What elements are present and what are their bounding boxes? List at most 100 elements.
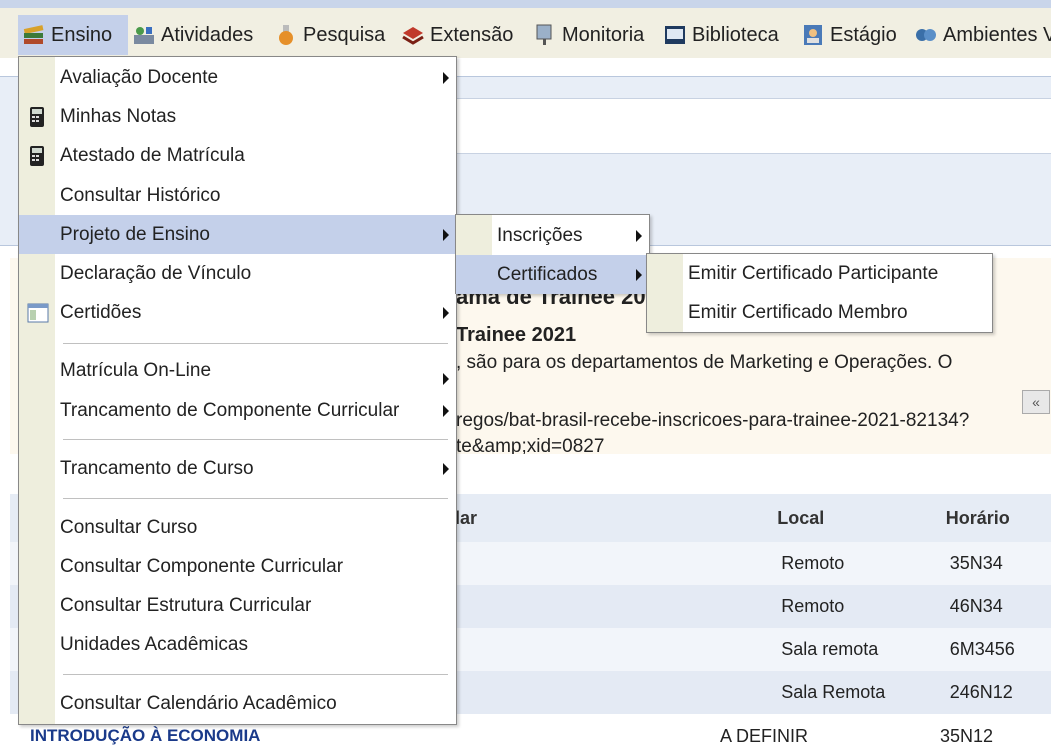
cell-horario: 246N12 <box>949 682 1013 702</box>
menu-item-unidades-academicas[interactable]: Unidades Acadêmicas <box>19 625 456 664</box>
menu-ensino-label: Ensino <box>51 23 113 46</box>
submenu-arrow-icon <box>443 71 449 84</box>
menu-item-emitir-membro[interactable]: Emitir Certificado Membro <box>647 293 992 332</box>
menu-item-calendario-academico[interactable]: Consultar Calendário Acadêmico <box>19 684 456 723</box>
menu-separator <box>63 343 448 345</box>
course-link[interactable]: INTRODUÇÃO À ECONOMIA <box>30 726 260 746</box>
menu-item-label: Consultar Componente Curricular <box>60 555 344 577</box>
menu-separator <box>63 674 448 676</box>
menu-monitoria-label: Monitoria <box>562 23 645 46</box>
cell-horario: 6M3456 <box>949 639 1015 659</box>
calculator-icon <box>27 145 47 167</box>
portal-header-inner <box>456 98 1051 154</box>
top-strip <box>0 0 1051 8</box>
menu-estagio[interactable]: Estágio <box>801 15 897 55</box>
menu-item-label: Unidades Acadêmicas <box>60 633 248 655</box>
menu-item-matricula-online[interactable]: Matrícula On-Line <box>19 351 456 390</box>
menu-item-label: Minhas Notas <box>60 105 177 127</box>
menu-ambientes[interactable]: Ambientes V <box>914 15 1051 55</box>
menu-item-trancamento-curso[interactable]: Trancamento de Curso <box>19 449 456 488</box>
cell-local: Remoto <box>781 596 845 616</box>
submenu-arrow-icon <box>443 462 449 475</box>
activities-icon <box>132 23 156 47</box>
menu-item-label: Trancamento de Componente Curricular <box>60 399 400 421</box>
menu-item-label: Emitir Certificado Participante <box>688 262 939 284</box>
submenu-arrow-icon <box>443 306 449 319</box>
menu-item-label: Declaração de Vínculo <box>60 262 252 284</box>
cell-local: Sala remota <box>781 639 879 659</box>
cell-local: Sala Remota <box>781 682 886 702</box>
menu-atividades[interactable]: Atividades <box>132 15 253 55</box>
menu-item-inscricoes[interactable]: Inscrições <box>456 216 649 255</box>
menu-item-label: Consultar Estrutura Curricular <box>60 594 312 616</box>
menu-item-consultar-componente[interactable]: Consultar Componente Curricular <box>19 547 456 586</box>
menu-monitoria[interactable]: Monitoria <box>533 15 644 55</box>
collapse-button[interactable]: « <box>1022 390 1050 414</box>
menu-pesquisa-label: Pesquisa <box>303 23 386 46</box>
internship-icon <box>801 23 825 47</box>
environments-icon <box>914 23 938 47</box>
menu-biblioteca[interactable]: Biblioteca <box>663 15 779 55</box>
menu-item-trancamento-componente[interactable]: Trancamento de Componente Curricular <box>19 391 456 430</box>
document-icon <box>27 302 49 324</box>
library-icon <box>663 23 687 47</box>
menu-item-label: Consultar Calendário Acadêmico <box>60 692 337 714</box>
submenu-arrow-icon <box>443 228 449 241</box>
menu-item-label: Trancamento de Curso <box>60 457 254 479</box>
menu-pesquisa[interactable]: Pesquisa <box>274 15 385 55</box>
menu-extensao[interactable]: Extensão <box>401 15 513 55</box>
news-link[interactable]: regos/bat-brasil-recebe-inscricoes-para-… <box>456 410 969 432</box>
menu-item-declaracao-vinculo[interactable]: Declaração de Vínculo <box>19 254 456 293</box>
menu-item-certidoes[interactable]: Certidões <box>19 293 456 332</box>
books-icon <box>22 23 46 47</box>
menu-item-label: Certificados <box>497 263 598 285</box>
calculator-icon <box>27 106 47 128</box>
menu-item-consultar-estrutura[interactable]: Consultar Estrutura Curricular <box>19 586 456 625</box>
monitor-icon <box>533 23 557 47</box>
ensino-dropdown: Avaliação Docente Minhas Notas Atestado … <box>18 56 457 725</box>
menu-item-label: Projeto de Ensino <box>60 223 210 245</box>
menu-item-consultar-curso[interactable]: Consultar Curso <box>19 508 456 547</box>
submenu-arrow-icon <box>443 373 449 385</box>
menu-item-label: Atestado de Matrícula <box>60 144 245 166</box>
news-body: , são para os departamentos de Marketing… <box>456 352 953 373</box>
menu-item-minhas-notas[interactable]: Minhas Notas <box>19 97 456 136</box>
main-menubar: Ensino Atividades Pesquisa Extensão Moni… <box>0 8 1051 58</box>
menu-separator <box>63 498 448 500</box>
menu-item-label: Consultar Histórico <box>60 184 221 206</box>
menu-item-label: Matrícula On-Line <box>60 359 212 381</box>
flask-icon <box>274 23 298 47</box>
menu-ambientes-label: Ambientes V <box>943 23 1051 46</box>
menu-item-label: Certidões <box>60 301 142 323</box>
menu-item-label: Emitir Certificado Membro <box>688 301 908 323</box>
col-header-local: Local <box>777 494 946 542</box>
cell-horario: 35N34 <box>949 553 1003 573</box>
menu-item-atestado[interactable]: Atestado de Matrícula <box>19 136 456 175</box>
extension-icon <box>401 23 425 47</box>
submenu-arrow-icon <box>636 268 642 281</box>
menu-item-emitir-participante[interactable]: Emitir Certificado Participante <box>647 254 992 293</box>
submenu-arrow-icon <box>443 404 449 417</box>
menu-item-certificados[interactable]: Certificados <box>456 255 649 294</box>
certificados-submenu: Emitir Certificado Participante Emitir C… <box>646 253 993 333</box>
menu-estagio-label: Estágio <box>830 23 897 46</box>
news-subtitle: Trainee 2021 <box>456 324 577 346</box>
menu-biblioteca-label: Biblioteca <box>692 23 779 46</box>
submenu-arrow-icon <box>636 229 642 242</box>
menu-item-historico[interactable]: Consultar Histórico <box>19 176 456 215</box>
menu-atividades-label: Atividades <box>161 23 254 46</box>
menu-item-projeto-ensino[interactable]: Projeto de Ensino <box>19 215 456 254</box>
menu-item-avaliacao-docente[interactable]: Avaliação Docente <box>19 58 456 97</box>
cell-horario: 35N12 <box>940 726 994 746</box>
cell-local: A DEFINIR <box>720 726 809 746</box>
cell-local: Remoto <box>781 553 845 573</box>
news-link-cont[interactable]: te&amp;xid=0827 <box>456 436 604 454</box>
menu-item-label: Avaliação Docente <box>60 66 219 88</box>
menu-item-label: Consultar Curso <box>60 516 198 538</box>
col-header-horario: Horário <box>945 494 1051 542</box>
menu-extensao-label: Extensão <box>430 23 514 46</box>
projeto-ensino-submenu: Inscrições Certificados <box>455 214 650 294</box>
menu-ensino[interactable]: Ensino <box>18 15 128 55</box>
cell-horario: 46N34 <box>949 596 1003 616</box>
menu-item-label: Inscrições <box>497 224 583 246</box>
